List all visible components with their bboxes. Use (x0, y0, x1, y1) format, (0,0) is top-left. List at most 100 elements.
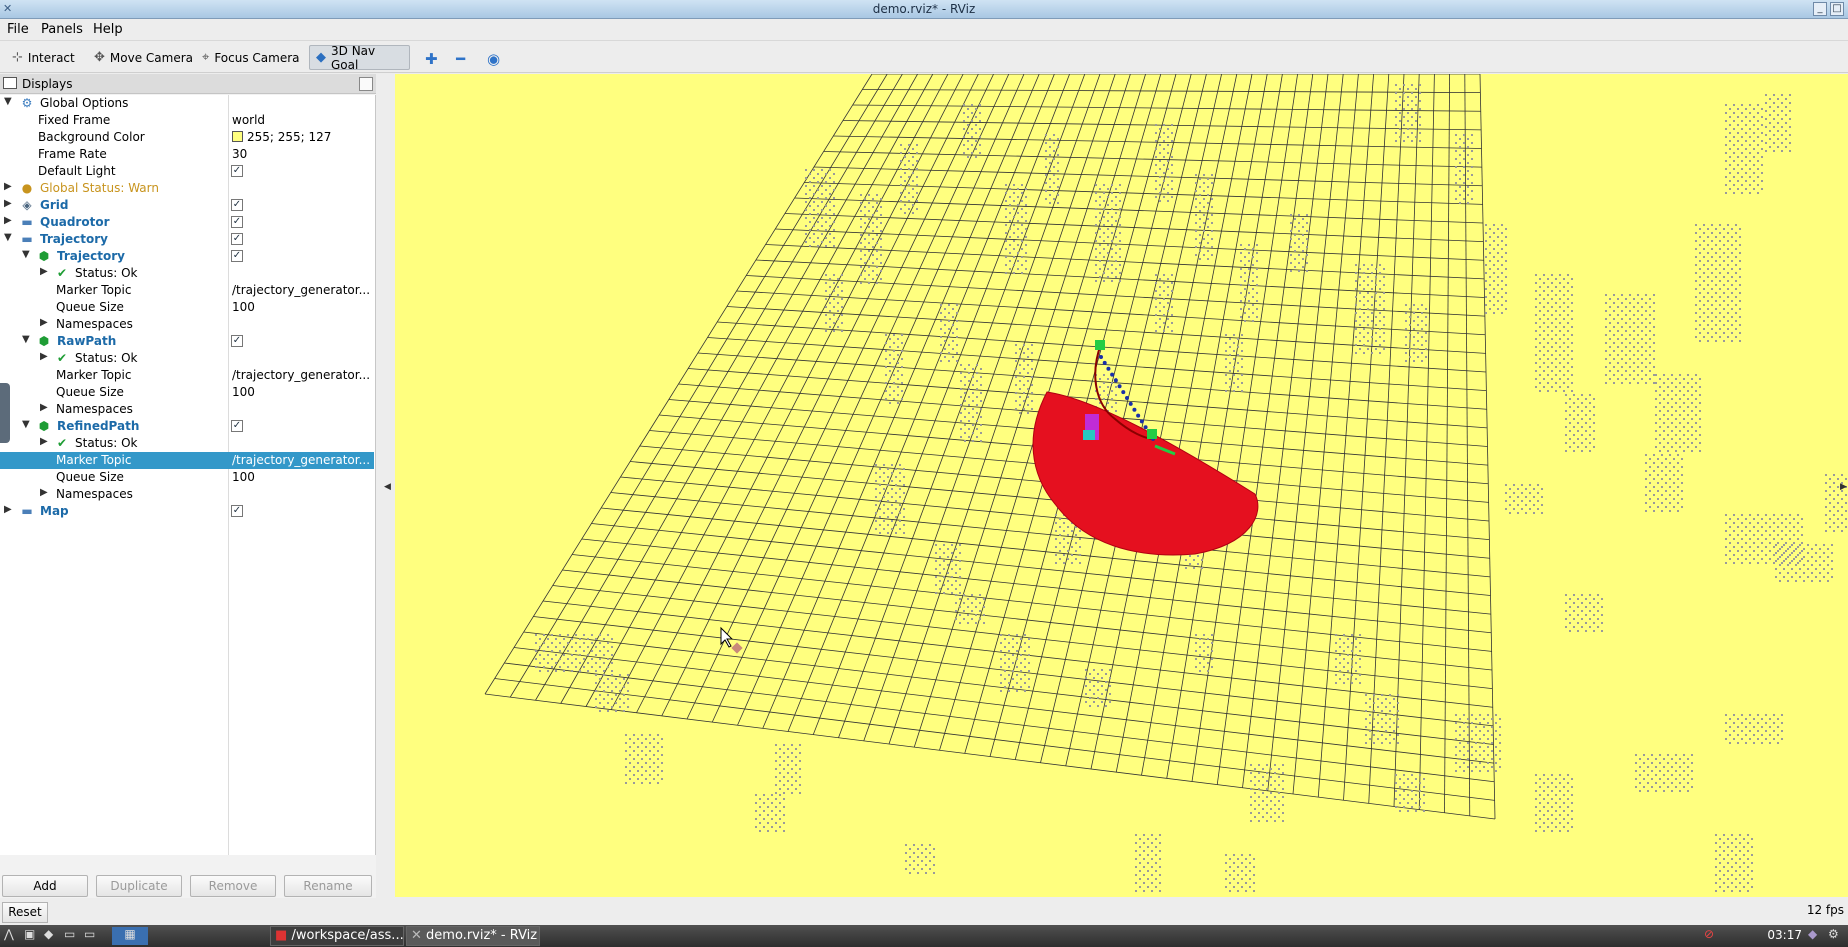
side-panel-handle[interactable] (0, 383, 10, 443)
remove-tool-icon[interactable]: ━ (456, 50, 465, 68)
tree-row-marker-topic[interactable]: Marker Topic /trajectory_generator... (0, 282, 374, 299)
background-color-value[interactable]: 255; 255; 127 (232, 130, 331, 144)
menu-help[interactable]: Help (93, 22, 123, 37)
terminal-launcher-icon[interactable]: ▣ (24, 927, 35, 945)
expand-arrow-icon[interactable]: ▼ (4, 232, 12, 243)
collapse-arrow-icon[interactable]: ▶ (4, 198, 12, 209)
remove-button[interactable]: Remove (190, 875, 276, 897)
collapse-arrow-icon[interactable]: ▶ (40, 317, 48, 328)
marker-topic-value[interactable]: /trajectory_generator... (232, 368, 370, 382)
minimize-icon[interactable]: _ (1813, 2, 1827, 16)
tree-row-queue-size[interactable]: Queue Size 100 (0, 469, 374, 486)
queue-size-value[interactable]: 100 (232, 470, 255, 484)
tree-row-global-options[interactable]: ▼ ⚙ Global Options (0, 95, 374, 112)
tree-row-trajectory-group[interactable]: ▼ ▬ Trajectory ✓ (0, 231, 374, 248)
tree-row-status[interactable]: ▶ ✔ Status: Ok (0, 265, 374, 282)
obstacle-point (1695, 232, 1697, 234)
tree-row-namespaces[interactable]: ▶ Namespaces (0, 316, 374, 333)
duplicate-button[interactable]: Duplicate (96, 875, 182, 897)
collapse-right-arrow-icon[interactable]: ▶ (1840, 482, 1847, 492)
tray-icon[interactable]: ◆ (1808, 927, 1817, 945)
collapse-arrow-icon[interactable]: ▶ (40, 436, 48, 447)
marker-topic-value[interactable]: /trajectory_generator... (232, 283, 370, 297)
queue-size-value[interactable]: 100 (232, 385, 255, 399)
taskbar-task-terminal[interactable]: ■ /workspace/ass... (270, 926, 404, 946)
tree-row-status[interactable]: ▶ ✔ Status: Ok (0, 435, 374, 452)
tree-row-frame-rate[interactable]: Frame Rate 30 (0, 146, 374, 163)
obstacle-point (579, 638, 581, 640)
tree-row-queue-size[interactable]: Queue Size 100 (0, 384, 374, 401)
obstacle-point (1393, 698, 1395, 700)
menu-panels[interactable]: Panels (41, 22, 83, 37)
tree-row-grid[interactable]: ▶ ◈ Grid ✓ (0, 197, 374, 214)
window-titlebar[interactable]: ✕ demo.rviz* - RViz _ □ (0, 0, 1848, 19)
tree-row-marker-topic-selected[interactable]: Marker Topic /trajectory_generator... (0, 452, 374, 469)
render-viewport[interactable] (395, 74, 1848, 897)
map-checkbox[interactable]: ✓ (231, 505, 243, 517)
expand-arrow-icon[interactable]: ▼ (4, 96, 12, 107)
start-menu-icon[interactable]: ⋀ (4, 927, 14, 945)
tree-row-trajectory[interactable]: ▼ ⬢ Trajectory ✓ (0, 248, 374, 265)
nav-goal-tool[interactable]: ◆ 3D Nav Goal (309, 44, 410, 72)
tray-menu-icon[interactable]: ⚙ (1828, 927, 1839, 945)
editor-launcher-icon[interactable]: ▭ (84, 927, 95, 945)
collapse-arrow-icon[interactable]: ▶ (40, 402, 48, 413)
add-tool-icon[interactable]: ✚ (425, 50, 438, 68)
tree-row-quadrotor[interactable]: ▶ ▬ Quadrotor ✓ (0, 214, 374, 231)
tree-row-status[interactable]: ▶ ✔ Status: Ok (0, 350, 374, 367)
tree-row-default-light[interactable]: Default Light ✓ (0, 163, 374, 180)
grid-checkbox[interactable]: ✓ (231, 199, 243, 211)
reset-button[interactable]: Reset (2, 902, 48, 923)
expand-arrow-icon[interactable]: ▼ (22, 249, 30, 260)
collapse-arrow-icon[interactable]: ▶ (4, 181, 12, 192)
tree-row-rawpath[interactable]: ▼ ⬢ RawPath ✓ (0, 333, 374, 350)
expand-arrow-icon[interactable]: ▼ (22, 419, 30, 430)
undock-icon[interactable] (359, 77, 373, 91)
obstacle-point (1637, 382, 1639, 384)
frame-rate-value[interactable]: 30 (232, 147, 247, 161)
collapse-arrow-icon[interactable]: ▶ (40, 487, 48, 498)
files-launcher-icon[interactable]: ◆ (44, 927, 53, 945)
browser-launcher-icon[interactable]: ▭ (64, 927, 75, 945)
move-camera-tool[interactable]: ✥ Move Camera (88, 45, 199, 70)
obstacle-point (1467, 154, 1469, 156)
workspace-1-icon[interactable]: ▦ (112, 927, 148, 945)
refinedpath-checkbox[interactable]: ✓ (231, 420, 243, 432)
marker-topic-value[interactable]: /trajectory_generator... (232, 453, 370, 467)
menu-file[interactable]: File (7, 22, 29, 37)
rename-button[interactable]: Rename (284, 875, 372, 897)
view-tool-icon[interactable]: ◉ (487, 50, 500, 68)
collapse-arrow-icon[interactable]: ▶ (40, 351, 48, 362)
obstacle-point (1028, 686, 1030, 688)
tree-row-background-color[interactable]: Background Color 255; 255; 127 (0, 129, 374, 146)
expand-arrow-icon[interactable]: ▼ (22, 334, 30, 345)
collapse-arrow-icon[interactable]: ▶ (4, 215, 12, 226)
trajectory-checkbox[interactable]: ✓ (231, 250, 243, 262)
tree-row-namespaces[interactable]: ▶ Namespaces (0, 401, 374, 418)
collapse-arrow-icon[interactable]: ▶ (40, 266, 48, 277)
tree-row-queue-size[interactable]: Queue Size 100 (0, 299, 374, 316)
focus-camera-tool[interactable]: ⌖ Focus Camera (196, 45, 306, 70)
fixed-frame-value[interactable]: world (232, 113, 265, 127)
tree-row-global-status[interactable]: ▶ ● Global Status: Warn (0, 180, 374, 197)
trajectory-group-checkbox[interactable]: ✓ (231, 233, 243, 245)
tree-row-refinedpath[interactable]: ▼ ⬢ RefinedPath ✓ (0, 418, 374, 435)
quadrotor-checkbox[interactable]: ✓ (231, 216, 243, 228)
interact-tool[interactable]: ⊹ Interact (6, 45, 81, 70)
queue-size-value[interactable]: 100 (232, 300, 255, 314)
obstacle-point (1727, 312, 1729, 314)
tree-row-marker-topic[interactable]: Marker Topic /trajectory_generator... (0, 367, 374, 384)
maximize-icon[interactable]: □ (1830, 2, 1844, 16)
taskbar-task-rviz[interactable]: ✕ demo.rviz* - RViz (406, 926, 540, 946)
tree-label: Global Options (40, 96, 129, 110)
obstacle-point (1241, 382, 1243, 384)
rawpath-checkbox[interactable]: ✓ (231, 335, 243, 347)
collapse-left-arrow-icon[interactable]: ◀ (384, 482, 391, 492)
tree-row-namespaces[interactable]: ▶ Namespaces (0, 486, 374, 503)
add-button[interactable]: Add (2, 875, 88, 897)
collapse-arrow-icon[interactable]: ▶ (4, 504, 12, 515)
tree-row-map[interactable]: ▶ ▬ Map ✓ (0, 503, 374, 520)
tree-row-fixed-frame[interactable]: Fixed Frame world (0, 112, 374, 129)
network-icon[interactable]: ⊘ (1704, 927, 1714, 945)
default-light-checkbox[interactable]: ✓ (231, 165, 243, 177)
